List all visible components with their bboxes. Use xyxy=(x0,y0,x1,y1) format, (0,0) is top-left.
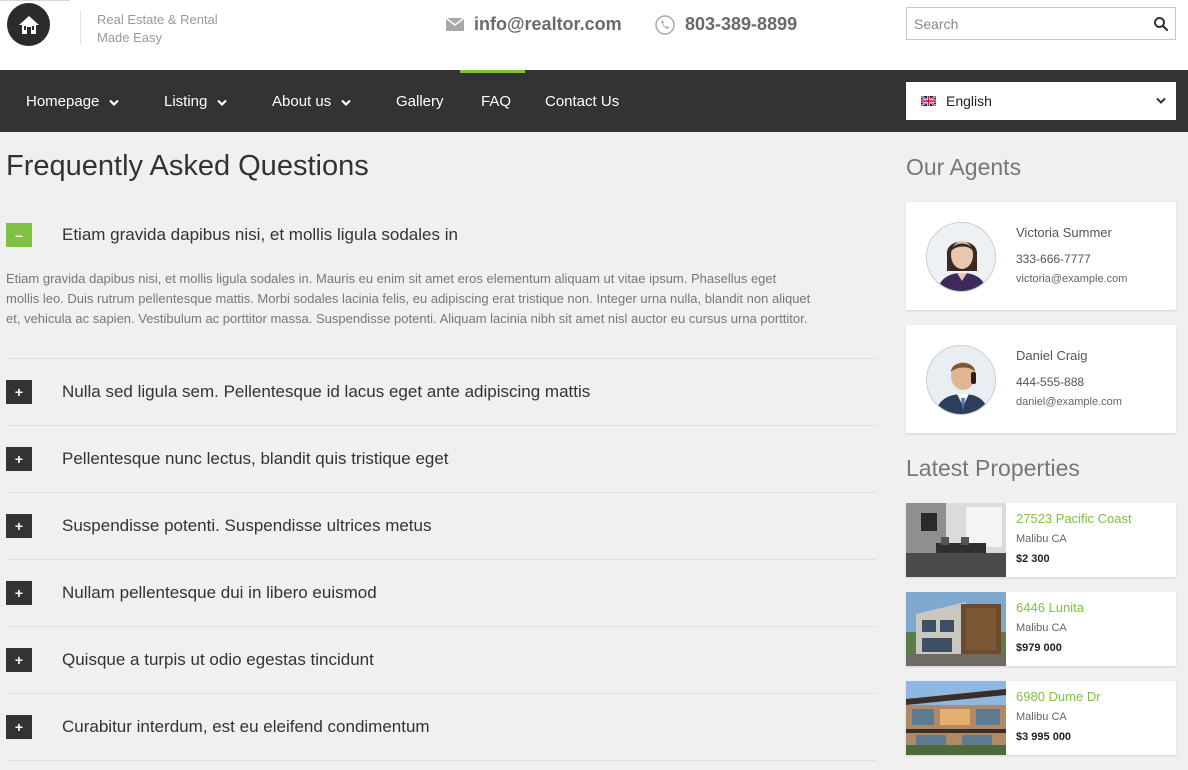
faq-question-row[interactable]: – Etiam gravida dapibus nisi, et mollis … xyxy=(6,223,876,247)
top-header: Real Estate & Rental Made Easy info@real… xyxy=(0,0,1188,70)
chevron-down-icon[interactable] xyxy=(217,99,228,107)
property-price: $2 300 xyxy=(1016,553,1050,565)
tagline-line-2: Made Easy xyxy=(97,30,163,45)
language-select[interactable]: English xyxy=(906,82,1176,120)
property-price: $3 995 000 xyxy=(1016,731,1072,743)
property-photo[interactable] xyxy=(906,681,1006,755)
language-label: English xyxy=(946,93,992,109)
chevron-down-icon[interactable] xyxy=(109,99,120,107)
agent-name[interactable]: Victoria Summer xyxy=(1016,225,1112,240)
contact-phone[interactable]: 803-389-8899 xyxy=(655,14,797,35)
search-box xyxy=(906,7,1176,40)
faq-question-row[interactable]: + Suspendisse potenti. Suspendisse ultri… xyxy=(6,514,876,538)
agent-email[interactable]: victoria@example.com xyxy=(1016,273,1127,285)
faq-question-row[interactable]: + Quisque a turpis ut odio egestas tinci… xyxy=(6,648,876,672)
agent-phone[interactable]: 444-555-888 xyxy=(1016,375,1084,389)
uk-flag-icon xyxy=(921,96,936,106)
faq-question[interactable]: Etiam gravida dapibus nisi, et mollis li… xyxy=(62,225,458,245)
site-tagline: Real Estate & Rental Made Easy xyxy=(97,11,218,47)
faq-question[interactable]: Suspendisse potenti. Suspendisse ultrice… xyxy=(62,516,431,536)
faq-question[interactable]: Nullam pellentesque dui in libero euismo… xyxy=(62,583,377,603)
agent-avatar[interactable] xyxy=(926,222,996,292)
property-city: Malibu CA xyxy=(1016,533,1067,545)
nav-item-label: Contact Us xyxy=(545,92,620,110)
expand-icon[interactable]: + xyxy=(6,715,32,739)
page-title: Frequently Asked Questions xyxy=(6,150,369,182)
corner-divider xyxy=(0,0,70,1)
faq-divider xyxy=(6,492,876,493)
agent-card[interactable]: Victoria Summer 333-666-7777 victoria@ex… xyxy=(906,202,1176,310)
nav-item-label: FAQ xyxy=(481,92,512,110)
agent-phone[interactable]: 333-666-7777 xyxy=(1016,252,1091,266)
property-city: Malibu CA xyxy=(1016,622,1067,634)
search-icon[interactable] xyxy=(1153,16,1169,32)
agent-name[interactable]: Daniel Craig xyxy=(1016,348,1088,363)
nav-item-label: Gallery xyxy=(396,92,444,110)
properties-title: Latest Properties xyxy=(906,455,1080,481)
expand-icon[interactable]: + xyxy=(6,447,32,471)
property-card[interactable]: 6446 Lunita Malibu CA $979 000 xyxy=(906,592,1176,666)
nav-item-label: About us xyxy=(272,92,332,110)
property-card[interactable]: 27523 Pacific Coast Malibu CA $2 300 xyxy=(906,503,1176,577)
faq-divider xyxy=(6,626,876,627)
nav-item-about-us[interactable]: About us xyxy=(272,70,351,132)
agent-email[interactable]: daniel@example.com xyxy=(1016,396,1122,408)
property-photo[interactable] xyxy=(906,503,1006,577)
faq-question[interactable]: Nulla sed ligula sem. Pellentesque id la… xyxy=(62,382,590,402)
nav-item-gallery[interactable]: Gallery xyxy=(396,70,444,132)
faq-divider xyxy=(6,693,876,694)
expand-icon[interactable]: + xyxy=(6,514,32,538)
faq-question-row[interactable]: + Curabitur interdum, est eu eleifend co… xyxy=(6,715,876,739)
main-nav: Homepage Listing About us Gallery FAQ Co… xyxy=(0,70,1188,132)
logo-divider xyxy=(80,10,81,44)
faq-question[interactable]: Pellentesque nunc lectus, blandit quis t… xyxy=(62,449,449,469)
home-logo-icon[interactable] xyxy=(7,3,50,46)
envelope-icon xyxy=(446,18,464,31)
nav-item-faq[interactable]: FAQ xyxy=(481,70,511,132)
nav-item-label: Listing xyxy=(164,92,208,110)
nav-item-contact-us[interactable]: Contact Us xyxy=(545,70,619,132)
property-card[interactable]: 6980 Dume Dr Malibu CA $3 995 000 xyxy=(906,681,1176,755)
faq-divider xyxy=(6,760,876,761)
faq-question-row[interactable]: + Nulla sed ligula sem. Pellentesque id … xyxy=(6,380,876,404)
faq-divider xyxy=(6,425,876,426)
faq-question-row[interactable]: + Nullam pellentesque dui in libero euis… xyxy=(6,581,876,605)
expand-icon[interactable]: + xyxy=(6,648,32,672)
collapse-icon[interactable]: – xyxy=(6,223,32,247)
faq-question[interactable]: Curabitur interdum, est eu eleifend cond… xyxy=(62,717,430,737)
nav-item-homepage[interactable]: Homepage xyxy=(26,70,120,132)
faq-answer-line: et, vehicula ac sapien. Vestibulum ac po… xyxy=(6,311,808,326)
faq-question[interactable]: Quisque a turpis ut odio egestas tincidu… xyxy=(62,650,374,670)
property-price: $979 000 xyxy=(1016,642,1062,654)
property-photo[interactable] xyxy=(906,592,1006,666)
property-address[interactable]: 27523 Pacific Coast xyxy=(1016,511,1132,526)
faq-question-row[interactable]: + Pellentesque nunc lectus, blandit quis… xyxy=(6,447,876,471)
property-city: Malibu CA xyxy=(1016,711,1067,723)
property-address[interactable]: 6446 Lunita xyxy=(1016,600,1084,615)
tagline-line-1: Real Estate & Rental xyxy=(97,12,218,27)
nav-item-label: Homepage xyxy=(26,92,100,110)
expand-icon[interactable]: + xyxy=(6,581,32,605)
faq-answer: Etiam gravida dapibus nisi, et mollis li… xyxy=(6,269,878,329)
agent-card[interactable]: Daniel Craig 444-555-888 daniel@example.… xyxy=(906,325,1176,433)
faq-divider xyxy=(6,559,876,560)
phone-icon xyxy=(655,14,675,35)
agents-title: Our Agents xyxy=(906,154,1022,180)
faq-answer-line: Etiam gravida dapibus nisi, et mollis li… xyxy=(6,271,777,286)
expand-icon[interactable]: + xyxy=(6,380,32,404)
chevron-down-icon[interactable] xyxy=(341,99,351,107)
faq-divider xyxy=(6,358,876,359)
search-input[interactable] xyxy=(907,8,1137,39)
email-link[interactable]: info@realtor.com xyxy=(474,14,622,35)
nav-item-listing[interactable]: Listing xyxy=(164,70,228,132)
property-address[interactable]: 6980 Dume Dr xyxy=(1016,689,1101,704)
agent-avatar[interactable] xyxy=(926,345,996,415)
contact-email[interactable]: info@realtor.com xyxy=(446,14,622,35)
phone-number[interactable]: 803-389-8899 xyxy=(685,14,797,35)
chevron-down-icon[interactable] xyxy=(1156,97,1166,105)
faq-answer-line: mollis leo. Duis rutrum pellentesque mat… xyxy=(6,291,811,306)
